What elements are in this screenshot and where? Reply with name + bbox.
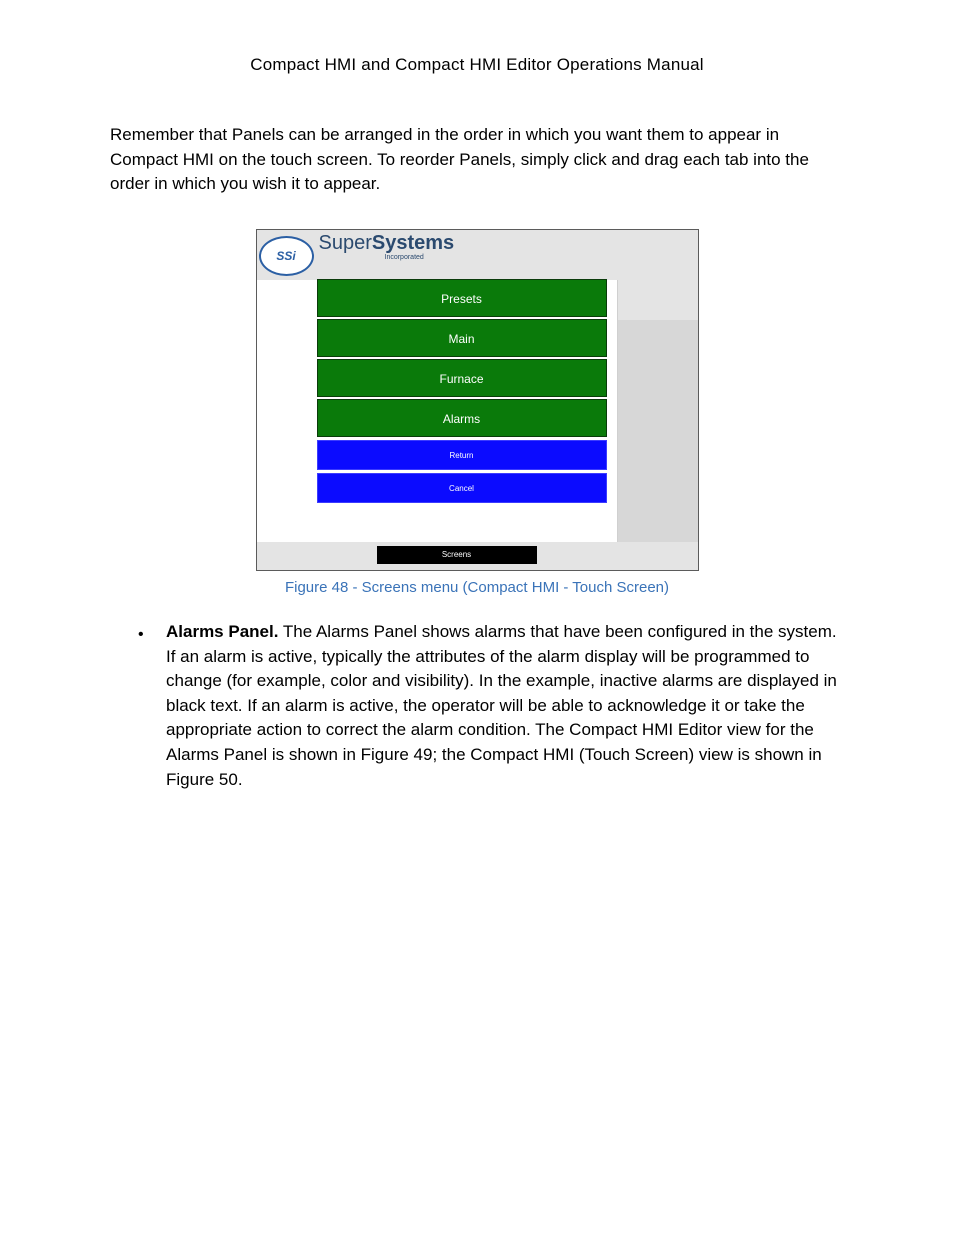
page-header: Compact HMI and Compact HMI Editor Opera…: [110, 55, 844, 75]
alarms-panel-bullet: • Alarms Panel. The Alarms Panel shows a…: [138, 620, 844, 792]
figure-48: SSi SuperSystems Incorporated Presets Ma…: [256, 229, 699, 571]
alarms-button[interactable]: Alarms: [317, 399, 607, 437]
bullet-text: Alarms Panel. The Alarms Panel shows ala…: [166, 620, 844, 792]
brand-prefix: Super: [319, 232, 372, 254]
main-button[interactable]: Main: [317, 319, 607, 357]
brand-bold: Systems: [372, 232, 454, 254]
screens-button[interactable]: Screens: [377, 546, 537, 564]
figure-caption: Figure 48 - Screens menu (Compact HMI - …: [110, 579, 844, 596]
bullet-rest: The Alarms Panel shows alarms that have …: [166, 622, 837, 789]
cancel-button[interactable]: Cancel: [317, 473, 607, 503]
brand-subtext: Incorporated: [385, 254, 424, 261]
screenshot: SSi SuperSystems Incorporated Presets Ma…: [256, 229, 699, 571]
furnace-button[interactable]: Furnace: [317, 359, 607, 397]
bullet-lead: Alarms Panel.: [166, 622, 278, 641]
ssi-logo: SSi: [259, 236, 314, 276]
gray-side-band: [616, 320, 698, 542]
intro-paragraph: Remember that Panels can be arranged in …: [110, 123, 844, 197]
return-button[interactable]: Return: [317, 440, 607, 470]
bullet-icon: •: [138, 620, 166, 792]
presets-button[interactable]: Presets: [317, 279, 607, 317]
brand-text: SuperSystems: [319, 232, 455, 255]
